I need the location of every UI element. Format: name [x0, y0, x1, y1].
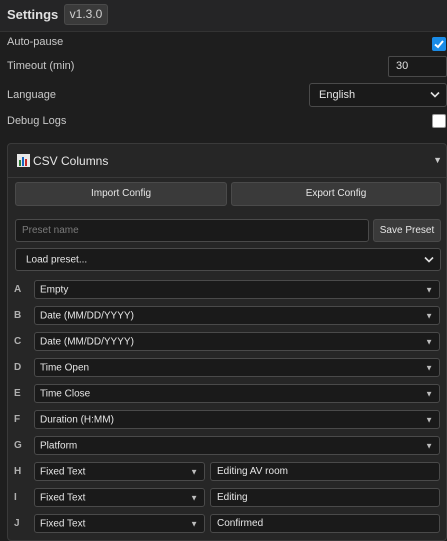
- auto-pause-checkbox[interactable]: [432, 37, 446, 51]
- column-type-select[interactable]: Date (MM/DD/YYYY) ▼: [34, 306, 440, 325]
- column-letter: J: [14, 518, 20, 529]
- preset-name-placeholder: Preset name: [22, 225, 79, 236]
- column-type-select[interactable]: Date (MM/DD/YYYY) ▼: [34, 332, 440, 351]
- debug-logs-checkbox[interactable]: [432, 114, 446, 128]
- column-letter: D: [14, 362, 22, 373]
- load-preset-select[interactable]: Load preset...: [15, 248, 441, 271]
- bar-chart-icon: [17, 154, 30, 167]
- language-label: Language: [7, 89, 56, 101]
- column-letter: F: [14, 414, 21, 425]
- column-type-select[interactable]: Platform ▼: [34, 436, 440, 455]
- column-type-value: Date (MM/DD/YYYY): [40, 336, 134, 347]
- export-config-button[interactable]: Export Config: [231, 182, 441, 206]
- column-type-select[interactable]: Fixed Text ▼: [34, 514, 205, 533]
- column-type-select[interactable]: Fixed Text ▼: [34, 488, 205, 507]
- column-type-value: Date (MM/DD/YYYY): [40, 310, 134, 321]
- dropdown-arrow-icon: ▼: [190, 519, 198, 528]
- column-letter: G: [14, 440, 22, 451]
- csv-columns-header[interactable]: CSV Columns ▼: [8, 144, 447, 178]
- column-letter: A: [14, 284, 22, 295]
- version-badge: v1.3.0: [64, 4, 108, 25]
- chevron-down-icon: [424, 256, 434, 263]
- column-type-value: Time Close: [40, 388, 91, 399]
- page-title: Settings: [7, 7, 59, 22]
- column-letter: B: [14, 310, 22, 321]
- settings-header: Settings v1.3.0: [0, 0, 447, 32]
- timeout-label: Timeout (min): [7, 60, 75, 72]
- column-type-value: Fixed Text: [40, 466, 86, 477]
- dropdown-arrow-icon: ▼: [425, 337, 433, 346]
- column-fixed-text-input[interactable]: Editing AV room: [210, 462, 440, 481]
- dropdown-arrow-icon: ▼: [425, 389, 433, 398]
- dropdown-arrow-icon: ▼: [425, 285, 433, 294]
- column-type-select[interactable]: Empty ▼: [34, 280, 440, 299]
- auto-pause-label: Auto-pause: [7, 36, 64, 48]
- column-type-value: Platform: [40, 440, 78, 451]
- debug-logs-label: Debug Logs: [7, 115, 67, 127]
- language-select[interactable]: English: [309, 83, 447, 107]
- collapse-toggle-icon[interactable]: ▼: [433, 155, 442, 165]
- checkmark-icon: [434, 40, 444, 49]
- column-type-select[interactable]: Duration (H:MM) ▼: [34, 410, 440, 429]
- chevron-down-icon: [430, 91, 440, 98]
- dropdown-arrow-icon: ▼: [425, 311, 433, 320]
- save-preset-button[interactable]: Save Preset: [373, 219, 441, 242]
- column-fixed-text-input[interactable]: Confirmed: [210, 514, 440, 533]
- column-type-value: Time Open: [40, 362, 90, 373]
- column-type-value: Fixed Text: [40, 492, 86, 503]
- column-letter: I: [14, 492, 17, 503]
- dropdown-arrow-icon: ▼: [190, 467, 198, 476]
- column-type-select[interactable]: Fixed Text ▼: [34, 462, 205, 481]
- column-letter: C: [14, 336, 22, 347]
- dropdown-arrow-icon: ▼: [425, 415, 433, 424]
- column-type-value: Duration (H:MM): [40, 414, 114, 425]
- load-preset-value: Load preset...: [26, 254, 88, 265]
- column-type-select[interactable]: Time Open ▼: [34, 358, 440, 377]
- column-type-value: Empty: [40, 284, 69, 295]
- dropdown-arrow-icon: ▼: [425, 363, 433, 372]
- import-config-button[interactable]: Import Config: [15, 182, 227, 206]
- language-select-value: English: [319, 89, 356, 101]
- column-letter: E: [14, 388, 21, 399]
- dropdown-arrow-icon: ▼: [425, 441, 433, 450]
- timeout-input[interactable]: 30: [388, 56, 447, 77]
- preset-name-input[interactable]: Preset name: [15, 219, 369, 242]
- csv-columns-title: CSV Columns: [33, 154, 109, 168]
- column-fixed-text-input[interactable]: Editing: [210, 488, 440, 507]
- column-letter: H: [14, 466, 22, 477]
- column-type-select[interactable]: Time Close ▼: [34, 384, 440, 403]
- column-type-value: Fixed Text: [40, 518, 86, 529]
- dropdown-arrow-icon: ▼: [190, 493, 198, 502]
